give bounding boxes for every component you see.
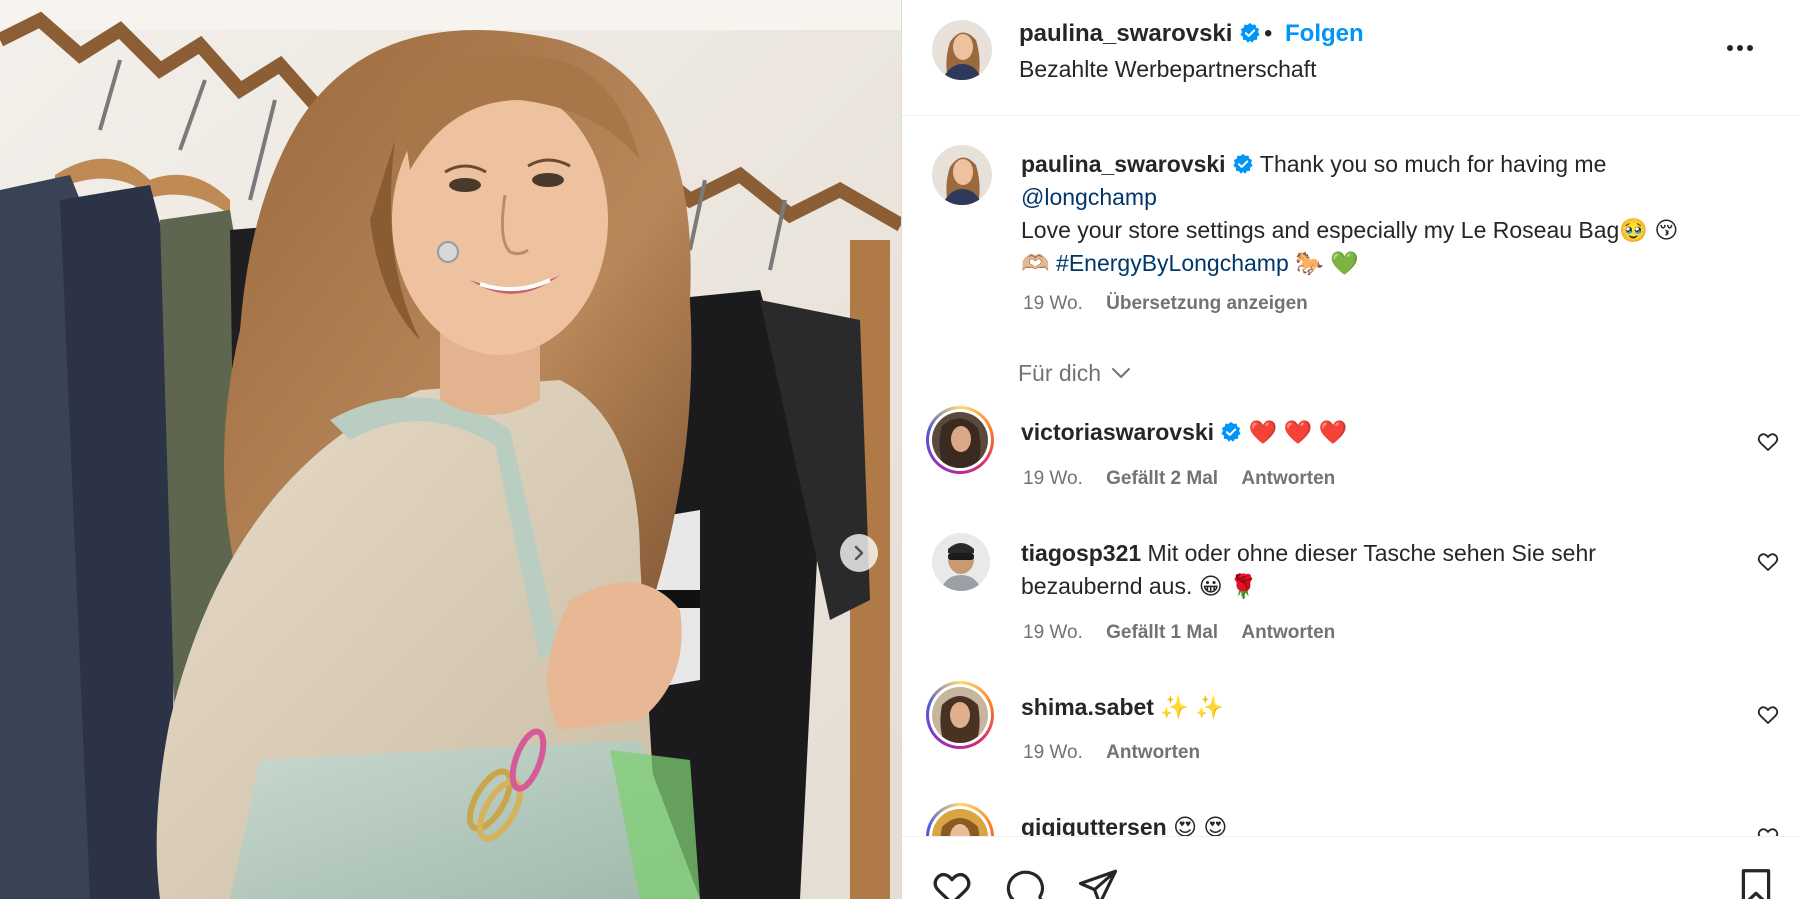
- comment-time[interactable]: 19 Wo.: [1023, 742, 1083, 763]
- reply-button[interactable]: Antworten: [1106, 742, 1200, 763]
- caption-line-2: Love your store settings and especially …: [1021, 217, 1679, 243]
- comment-username[interactable]: shima.sabet: [1021, 694, 1154, 720]
- comment-avatar[interactable]: [926, 406, 994, 474]
- more-horizontal-icon: [1727, 45, 1753, 51]
- comment-meta: 19 Wo. Gefällt 1 Mal Antworten: [1023, 622, 1353, 644]
- verified-badge-icon: [1240, 22, 1260, 43]
- caption-time[interactable]: 19 Wo.: [1023, 293, 1083, 314]
- post-photo[interactable]: [0, 0, 901, 899]
- comment-body: ❤️ ❤️ ❤️: [1248, 419, 1348, 445]
- comment-avatar[interactable]: [932, 533, 990, 591]
- comment-username[interactable]: victoriaswarovski: [1021, 419, 1214, 445]
- next-photo-button[interactable]: [840, 534, 878, 572]
- follow-button[interactable]: Folgen: [1285, 20, 1364, 48]
- comment-avatar[interactable]: [926, 681, 994, 749]
- post-side-panel: paulina_swarovski • Folgen Bezahlte Werb…: [901, 0, 1800, 899]
- author-avatar[interactable]: [932, 20, 992, 80]
- comment-filter-dropdown[interactable]: Für dich: [1018, 360, 1131, 387]
- caption-username[interactable]: paulina_swarovski: [1021, 151, 1226, 177]
- comment-likes[interactable]: Gefällt 2 Mal: [1106, 468, 1218, 489]
- like-comment-button[interactable]: [1756, 550, 1780, 574]
- save-button[interactable]: [1738, 867, 1774, 899]
- comment-username[interactable]: tiagosp321: [1021, 540, 1141, 566]
- verified-badge-icon: [1233, 153, 1253, 174]
- caption-hashtag-link[interactable]: #EnergyByLongchamp: [1056, 250, 1289, 276]
- caption-emoji-end: 🐎 💚: [1295, 250, 1359, 276]
- reply-button[interactable]: Antworten: [1241, 468, 1335, 489]
- comment-time[interactable]: 19 Wo.: [1023, 622, 1083, 643]
- post-header: paulina_swarovski • Folgen Bezahlte Werb…: [902, 0, 1800, 116]
- more-options-button[interactable]: [1720, 36, 1760, 60]
- bookmark-icon: [1741, 869, 1771, 899]
- heart-icon: [1757, 706, 1779, 724]
- comment-text-block: shima.sabet ✨ ✨: [1021, 691, 1721, 724]
- caption-meta: 19 Wo. Übersetzung anzeigen: [1023, 293, 1326, 315]
- reply-button[interactable]: Antworten: [1241, 622, 1335, 643]
- comment-time[interactable]: 19 Wo.: [1023, 468, 1083, 489]
- like-post-button[interactable]: [930, 867, 974, 899]
- comment-filter-label: Für dich: [1018, 360, 1102, 386]
- comment-body: ✨ ✨: [1160, 694, 1225, 720]
- post-caption: paulina_swarovski Thank you so much for …: [1021, 148, 1761, 280]
- comment-meta: 19 Wo. Antworten: [1023, 742, 1218, 764]
- comment-meta: 19 Wo. Gefällt 2 Mal Antworten: [1023, 468, 1353, 490]
- post-action-bar: [902, 836, 1800, 899]
- heart-icon: [1757, 433, 1779, 451]
- caption-author-avatar[interactable]: [932, 145, 992, 205]
- author-username[interactable]: paulina_swarovski: [1019, 20, 1261, 48]
- paper-plane-icon: [1078, 869, 1118, 899]
- caption-line-1: Thank you so much for having me: [1259, 151, 1607, 177]
- like-comment-button[interactable]: [1756, 430, 1780, 454]
- chevron-right-icon: [854, 545, 864, 561]
- post-photo-illustration: [0, 0, 901, 899]
- paid-partnership-label[interactable]: Bezahlte Werbepartnerschaft: [1019, 56, 1316, 83]
- heart-icon: [1757, 553, 1779, 571]
- comment-button[interactable]: [1004, 867, 1046, 899]
- caption-mention-link[interactable]: @longchamp: [1021, 184, 1157, 210]
- translate-button[interactable]: Übersetzung anzeigen: [1106, 293, 1308, 314]
- comment-icon: [1006, 870, 1045, 899]
- verified-badge-icon: [1221, 421, 1242, 442]
- comment-text-block: tiagosp321 Mit oder ohne dieser Tasche s…: [1021, 537, 1721, 603]
- header-separator: •: [1264, 20, 1273, 47]
- chevron-down-icon: [1112, 368, 1131, 378]
- heart-icon: [933, 872, 971, 899]
- like-comment-button[interactable]: [1756, 703, 1780, 727]
- share-button[interactable]: [1077, 867, 1119, 899]
- caption-emoji-hands: 🫶🏼: [1021, 250, 1050, 276]
- comment-text-block: victoriaswarovski ❤️ ❤️ ❤️: [1021, 416, 1721, 449]
- comment-likes[interactable]: Gefällt 1 Mal: [1106, 622, 1218, 643]
